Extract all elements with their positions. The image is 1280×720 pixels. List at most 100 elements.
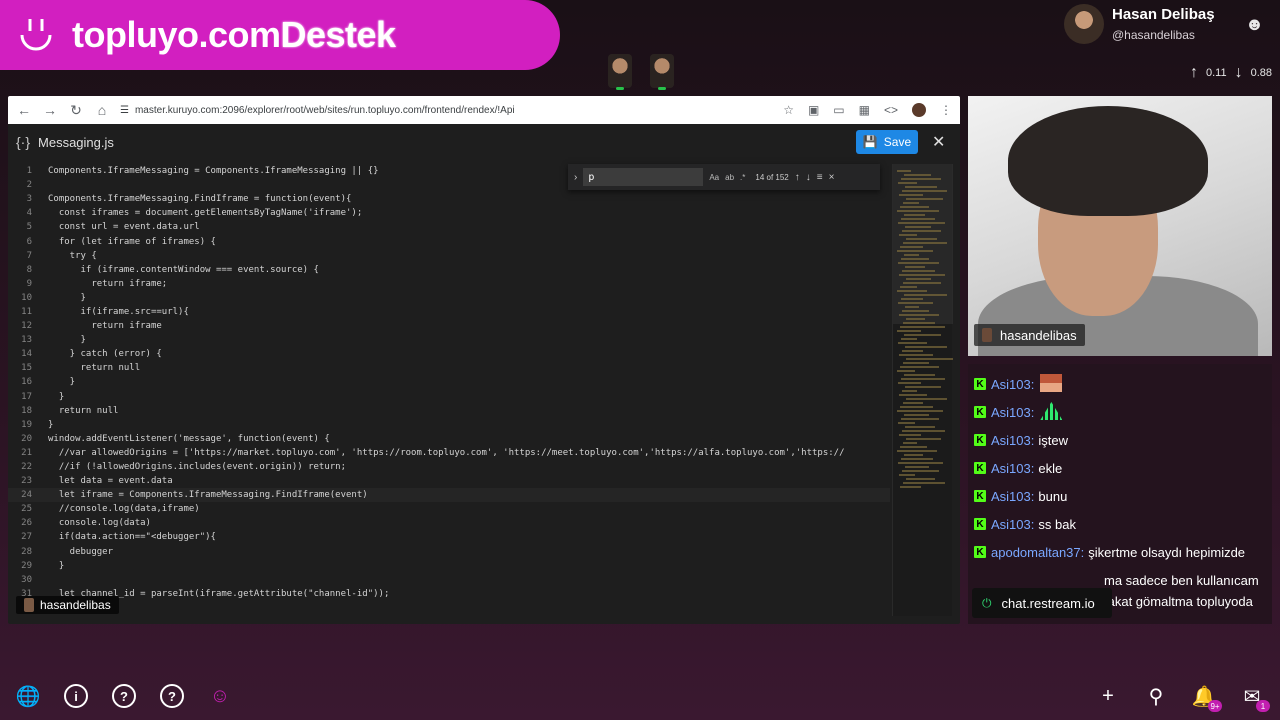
minimap[interactable] (892, 164, 953, 616)
extensions-icon[interactable]: ▣ (808, 103, 819, 117)
code-line[interactable]: 11 if(iframe.src==url){ (8, 305, 890, 319)
bookmark-star-icon[interactable]: ☆ (783, 103, 794, 117)
reload-icon[interactable]: ↻ (68, 102, 84, 119)
bell-icon[interactable]: 🔔 9+ (1192, 684, 1222, 712)
profile-avatar[interactable] (912, 103, 926, 117)
find-in-selection-icon[interactable]: ≡ (817, 172, 823, 183)
code-line[interactable]: 31 let channel_id = parseInt(iframe.getA… (8, 587, 890, 601)
code-line[interactable]: 10 } (8, 291, 890, 305)
code-line[interactable]: 25 //console.log(data,iframe) (8, 502, 890, 516)
code-line[interactable]: 21 //var allowedOrigins = ['https://mark… (8, 446, 890, 460)
close-icon[interactable]: × (829, 172, 835, 183)
regex-icon[interactable]: .* (740, 173, 745, 182)
save-button[interactable]: 💾 Save (856, 130, 918, 154)
code-line[interactable]: 22 //if (!allowedOrigins.includes(event.… (8, 460, 890, 474)
group-icon[interactable]: ☻ (1245, 14, 1264, 35)
minimap-line (904, 254, 919, 256)
whole-word-icon[interactable]: ab (725, 173, 734, 182)
chat-author[interactable]: apodomaltan37: (991, 542, 1084, 563)
code-line[interactable]: 15 return null (8, 361, 890, 375)
url-bar: ← → ↻ ⌂ ☰ master.kuruyo.com:2096/explore… (8, 96, 960, 124)
code-line[interactable]: 28 debugger (8, 545, 890, 559)
chat-author[interactable]: Asi103: (991, 402, 1034, 423)
help-icon[interactable]: ? (112, 684, 136, 708)
close-icon[interactable]: ✕ (932, 132, 945, 152)
search-icon[interactable]: ⚲ (1144, 684, 1168, 708)
code-editor[interactable]: 1 Components.IframeMessaging = Components… (8, 164, 890, 616)
address-field[interactable]: ☰ master.kuruyo.com:2096/explorer/root/w… (120, 105, 773, 116)
globe-icon[interactable]: 🌐 (16, 684, 41, 708)
code-line[interactable]: 24 let iframe = Components.IframeMessagi… (8, 488, 890, 503)
code-line[interactable]: 6 for (let iframe of iframes) { (8, 234, 890, 248)
chat-author[interactable]: Asi103: (991, 374, 1034, 395)
line-number: 30 (21, 574, 32, 585)
code-line[interactable]: 18 return null (8, 404, 890, 418)
code-line[interactable]: 17 } (8, 390, 890, 404)
minimap-line (900, 246, 923, 248)
chat-author[interactable]: Asi103: (991, 514, 1034, 535)
reader-icon[interactable]: ▭ (833, 103, 844, 117)
minimap-line (902, 230, 941, 232)
topluyo-logo-icon[interactable]: ☺ (208, 684, 232, 708)
code-line[interactable]: 27 if(data.action=="<debugger"){ (8, 530, 890, 544)
kick-icon: K (974, 434, 986, 446)
minimap-line (906, 318, 925, 320)
code-text: return null (48, 363, 141, 374)
help-icon[interactable]: ? (160, 684, 184, 708)
minimap-line (902, 270, 935, 272)
apps-icon[interactable]: ▦ (859, 103, 870, 117)
code-line[interactable]: 23 let data = event.data (8, 474, 890, 488)
code-text: } (48, 419, 54, 430)
chat-author[interactable]: Asi103: (991, 458, 1034, 479)
minimap-line (898, 222, 945, 224)
file-name: Messaging.js (38, 134, 114, 150)
menu-icon[interactable]: ⋮ (940, 103, 952, 117)
plus-icon[interactable]: + (1096, 684, 1120, 708)
code-line[interactable]: 4 const iframes = document.getElementsBy… (8, 206, 890, 220)
code-line[interactable]: 8 if (iframe.contentWindow === event.sou… (8, 263, 890, 277)
line-number: 17 (21, 391, 32, 402)
code-line[interactable]: 19} (8, 418, 890, 432)
code-line[interactable]: 3 Components.IframeMessaging.FindIframe =… (8, 192, 890, 206)
match-case-icon[interactable]: Aa (709, 173, 719, 182)
code-line[interactable]: 16 } (8, 375, 890, 389)
code-line[interactable]: 12 return iframe (8, 319, 890, 333)
line-number: 6 (26, 236, 32, 247)
devtools-icon[interactable]: <> (884, 103, 898, 117)
chat-author[interactable]: Asi103: (991, 486, 1034, 507)
restream-badge[interactable]: ⏻ chat.restream.io (972, 588, 1112, 618)
find-input[interactable] (583, 168, 704, 186)
code-line[interactable]: 9 return iframe; (8, 277, 890, 291)
back-icon[interactable]: ← (16, 102, 32, 118)
minimap-line (901, 298, 923, 300)
code-line[interactable]: 13 } (8, 333, 890, 347)
chat-text: iştew (1038, 433, 1068, 448)
code-line[interactable]: 29 } (8, 559, 890, 573)
viewer-avatar[interactable] (608, 54, 632, 90)
chevron-right-icon[interactable]: › (574, 172, 577, 183)
code-line[interactable]: 14 } catch (error) { (8, 347, 890, 361)
user-profile: Hasan Delibaş @hasandelibas ☻ ↑ 0.11 ↓ 0… (1060, 0, 1280, 90)
viewer-avatar[interactable] (650, 54, 674, 90)
code-line[interactable]: 20 window.addEventListener('message', fun… (8, 432, 890, 446)
chat-author[interactable]: Asi103: (991, 430, 1034, 451)
mail-icon[interactable]: ✉ 1 (1240, 684, 1270, 712)
home-icon[interactable]: ⌂ (94, 102, 110, 118)
code-text: debugger (48, 546, 114, 557)
avatar[interactable] (1064, 4, 1104, 44)
site-info-icon[interactable]: ☰ (120, 105, 129, 116)
code-line[interactable]: 7 try { (8, 249, 890, 263)
info-icon[interactable]: i (64, 684, 88, 708)
minimap-line (901, 418, 939, 420)
minimap-line (905, 346, 947, 348)
editor-header: {·} Messaging.js 💾 Save ✕ (8, 124, 960, 160)
arrow-up-icon[interactable]: ↑ (795, 172, 800, 183)
minimap-line (902, 470, 939, 472)
minimap-slider[interactable] (893, 164, 953, 324)
forward-icon[interactable]: → (42, 102, 58, 118)
code-line[interactable]: 26 console.log(data) (8, 516, 890, 530)
code-line[interactable]: 30 (8, 573, 890, 587)
arrow-down-icon[interactable]: ↓ (806, 172, 811, 183)
minimap-line (906, 478, 935, 480)
code-line[interactable]: 5 const url = event.data.url (8, 220, 890, 234)
